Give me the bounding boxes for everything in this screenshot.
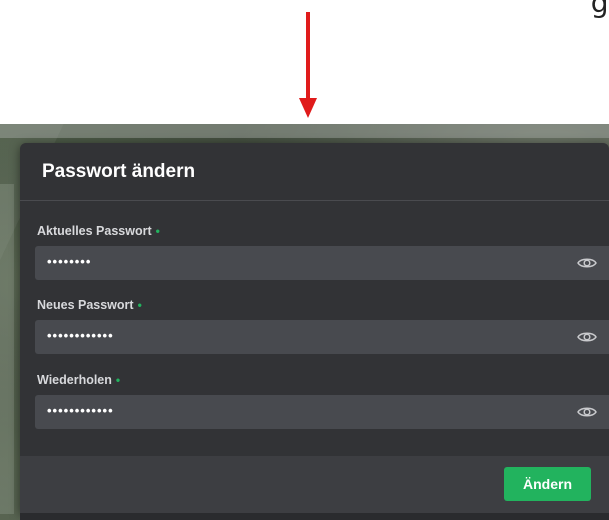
partial-caption: g [590, 0, 609, 19]
required-indicator: • [137, 298, 142, 312]
repeat-password-input[interactable]: •••••••••••• [35, 395, 609, 429]
current-password-value: •••••••• [47, 254, 92, 269]
repeat-password-label-text: Wiederholen [37, 373, 112, 387]
repeat-password-label: Wiederholen • [37, 373, 120, 387]
required-indicator: • [155, 224, 160, 238]
red-arrow-icon [299, 12, 317, 118]
eye-icon[interactable] [577, 255, 597, 271]
dialog-footer: Ändern [20, 456, 609, 513]
new-password-label: Neues Passwort • [37, 298, 142, 312]
eye-icon[interactable] [577, 329, 597, 345]
dialog-title: Passwort ändern [42, 160, 196, 182]
bottom-edge [20, 513, 609, 520]
required-indicator: • [115, 373, 121, 387]
annotation-area: g [0, 0, 609, 125]
new-password-value: •••••••••••• [47, 328, 114, 343]
change-button[interactable]: Ändern [504, 467, 591, 501]
repeat-password-value: •••••••••••• [47, 403, 114, 418]
current-password-label: Aktuelles Passwort • [37, 224, 160, 238]
eye-icon[interactable] [577, 404, 597, 420]
change-password-dialog: Passwort ändern Aktuelles Passwort • ••••… [20, 143, 609, 513]
current-password-label-text: Aktuelles Passwort [37, 224, 152, 238]
current-password-input[interactable]: •••••••• [35, 246, 609, 280]
new-password-label-text: Neues Passwort [37, 298, 134, 312]
new-password-input[interactable]: •••••••••••• [35, 320, 609, 354]
dialog-header: Passwort ändern [20, 143, 609, 201]
